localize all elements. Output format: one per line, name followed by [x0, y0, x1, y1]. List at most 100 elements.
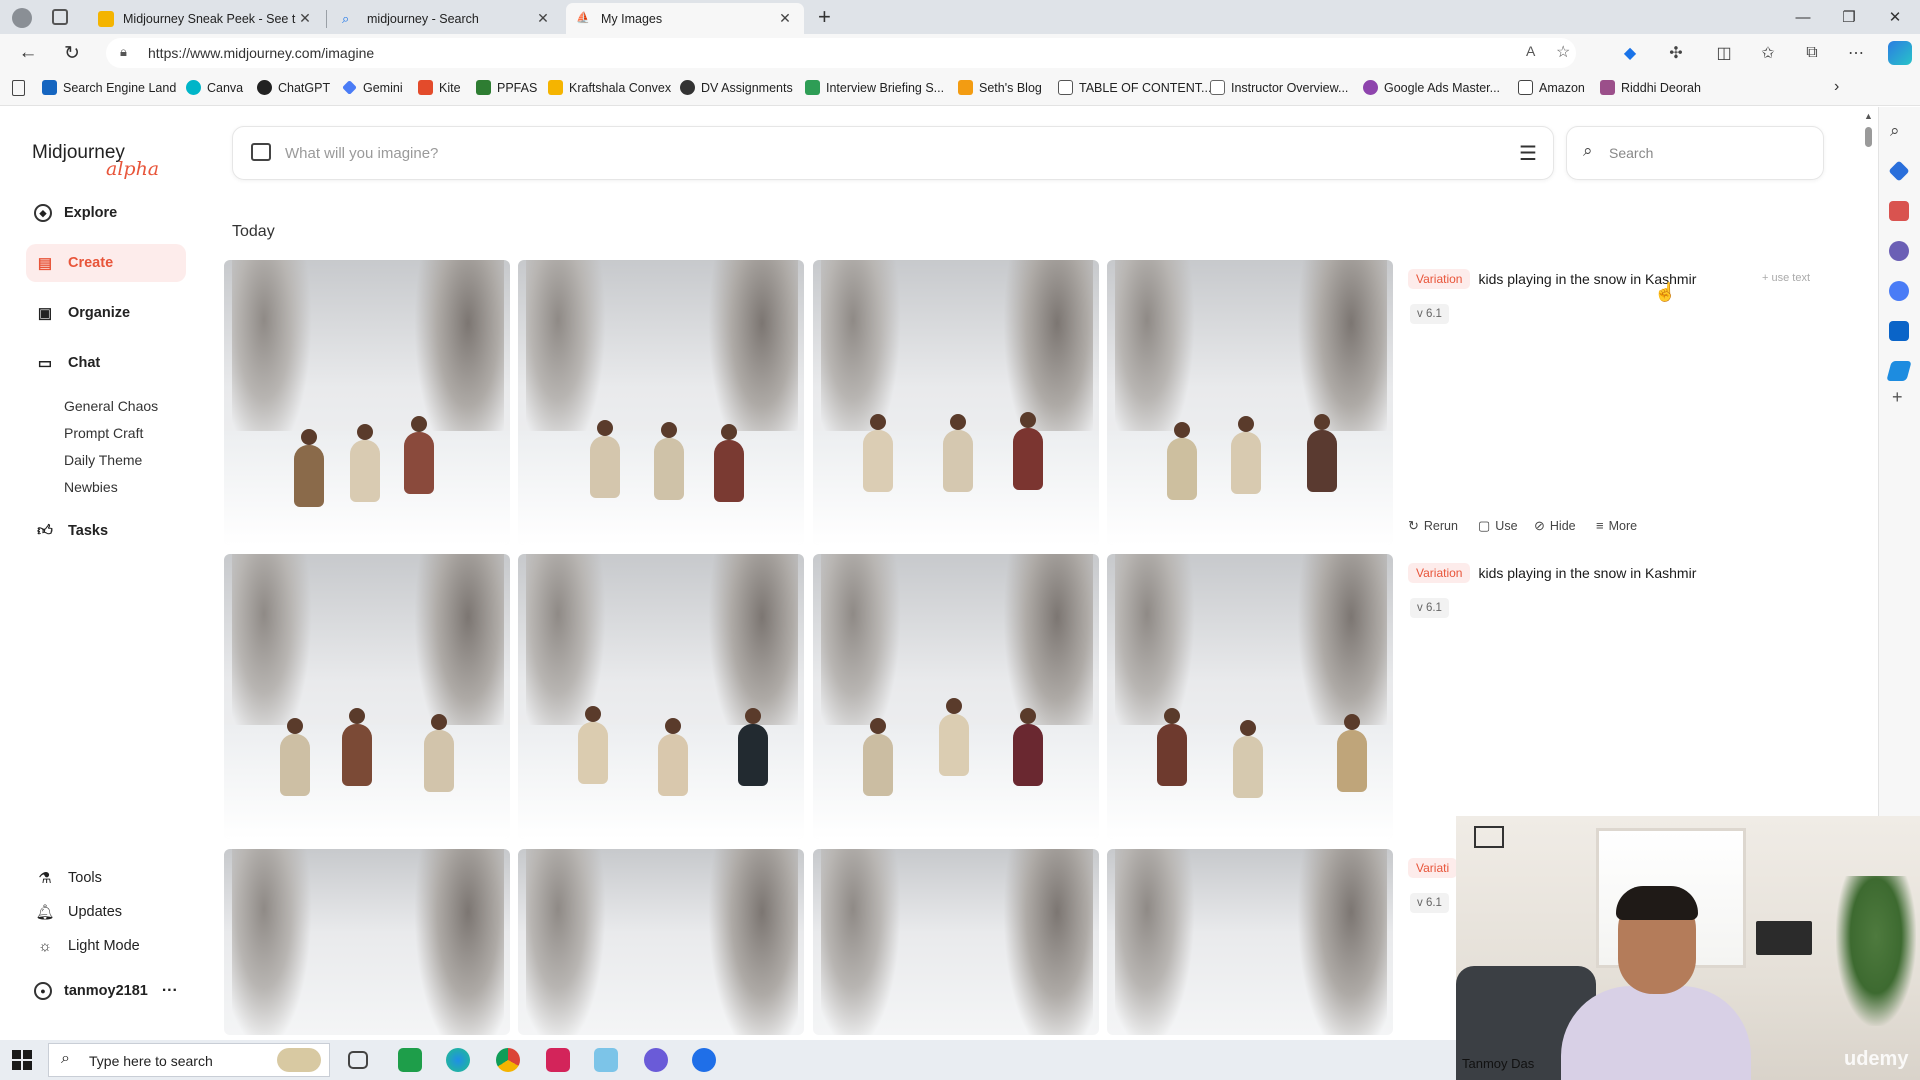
bookmark-canva[interactable]: Canva [186, 80, 243, 95]
url-field[interactable]: 🔒︎ https://www.midjourney.com/imagine A … [106, 38, 1576, 68]
chevron-right-icon[interactable]: › [1834, 78, 1839, 96]
zoom-app-icon[interactable] [692, 1048, 716, 1072]
scroll-up-icon[interactable]: ▲ [1864, 111, 1873, 121]
copilot-icon[interactable] [1888, 41, 1912, 65]
search-icon[interactable]: ⌕ [1890, 121, 1900, 141]
toolbox-icon[interactable] [1889, 201, 1909, 221]
rerun-button[interactable]: ↻ Rerun [1408, 518, 1458, 534]
tab-my-images[interactable]: ⛵ My Images ✕ [566, 3, 804, 34]
user-account[interactable]: ● tanmoy2181 ··· [26, 972, 186, 1010]
extensions-icon[interactable]: ✣ [1666, 43, 1686, 63]
prompt-text[interactable]: kids playing in the snow in Kashmir [1478, 565, 1696, 581]
chat-room-newbies[interactable]: Newbies [64, 479, 118, 495]
send-icon[interactable] [1886, 361, 1912, 381]
generated-image[interactable] [813, 849, 1099, 1035]
split-screen-icon[interactable]: ◫ [1714, 43, 1734, 63]
collections-icon[interactable]: ⧉ [1802, 43, 1822, 63]
image-upload-icon[interactable] [251, 143, 271, 161]
people-icon[interactable] [1889, 241, 1909, 261]
nav-tasks[interactable]: 👍︎ Tasks [26, 512, 186, 550]
generated-image[interactable] [1107, 849, 1393, 1035]
nav-chat[interactable]: ▭ Chat [26, 344, 186, 382]
chat-room-daily-theme[interactable]: Daily Theme [64, 452, 142, 468]
minimize-icon[interactable]: — [1780, 0, 1826, 34]
prompt-bar[interactable]: What will you imagine? ☰ [232, 126, 1554, 180]
refresh-icon[interactable]: ↻ [58, 40, 86, 66]
taskbar-search[interactable]: ⌕ Type here to search [48, 1043, 330, 1077]
generated-image[interactable] [813, 554, 1099, 839]
new-tab-button[interactable]: + [818, 4, 831, 30]
bookmark-table-of-content[interactable]: TABLE OF CONTENT... [1058, 80, 1211, 95]
recorder-app-icon[interactable] [546, 1048, 570, 1072]
bookmark-chatgpt[interactable]: ChatGPT [257, 80, 330, 95]
bookmark-seths-blog[interactable]: Seth's Blog [958, 80, 1042, 95]
bookmark-kraftshala-convex[interactable]: Kraftshala Convex [548, 80, 671, 95]
profile-icon[interactable] [12, 8, 32, 28]
generated-image[interactable] [224, 260, 510, 545]
generated-image[interactable] [518, 849, 804, 1035]
reading-list-icon[interactable] [12, 80, 25, 96]
nav-tools[interactable]: ⚗ Tools [26, 859, 186, 897]
favorite-star-icon[interactable]: ☆ [1556, 42, 1570, 62]
sheets-app-icon[interactable] [398, 1048, 422, 1072]
generated-image[interactable] [1107, 260, 1393, 545]
generated-image[interactable] [1107, 554, 1393, 839]
extension-shield-icon[interactable]: ◆ [1620, 43, 1640, 63]
more-options-icon[interactable]: ··· [162, 982, 178, 1000]
more-button[interactable]: ≡ More [1596, 518, 1637, 533]
bookmark-kite[interactable]: Kite [418, 80, 461, 95]
bookmark-interview-briefing[interactable]: Interview Briefing S... [805, 80, 944, 95]
close-tab-icon[interactable]: ✕ [296, 10, 314, 27]
chat-room-general-chaos[interactable]: General Chaos [64, 398, 158, 414]
windows-start-icon[interactable] [12, 1050, 32, 1070]
use-text-button[interactable]: + use text [1762, 272, 1810, 284]
use-button[interactable]: ▢ Use [1478, 518, 1518, 534]
read-aloud-icon[interactable]: A [1526, 43, 1535, 59]
nav-organize[interactable]: ▣ Organize [26, 294, 186, 332]
taskbar-search-input[interactable]: Type here to search [89, 1053, 213, 1069]
lock-icon[interactable]: 🔒︎ [120, 44, 127, 60]
files-app-icon[interactable] [594, 1048, 618, 1072]
edge-browser-icon[interactable] [446, 1048, 470, 1072]
back-icon[interactable]: ← [14, 40, 42, 66]
bookmark-ppfas[interactable]: PPFAS [476, 80, 537, 95]
favorites-icon[interactable]: ✩ [1758, 43, 1778, 63]
close-tab-icon[interactable]: ✕ [776, 10, 794, 27]
nav-create[interactable]: ▤ Create [26, 244, 186, 282]
hide-button[interactable]: ⊘ Hide [1534, 518, 1576, 534]
chrome-icon[interactable] [496, 1048, 520, 1072]
generated-image[interactable] [813, 260, 1099, 545]
settings-sliders-icon[interactable]: ☰ [1519, 141, 1537, 166]
tab-actions-icon[interactable] [52, 9, 68, 25]
bookmark-dv-assignments[interactable]: DV Assignments [680, 80, 793, 95]
outlook-icon[interactable] [1889, 321, 1909, 341]
restore-icon[interactable]: ❐ [1826, 0, 1872, 34]
task-view-icon[interactable] [348, 1051, 368, 1069]
bookmark-instructor-overview[interactable]: Instructor Overview... [1210, 80, 1348, 95]
shopping-tag-icon[interactable] [1888, 160, 1910, 182]
bookmark-gemini[interactable]: Gemini [342, 80, 403, 95]
prompt-input[interactable]: What will you imagine? [285, 145, 438, 162]
close-tab-icon[interactable]: ✕ [534, 10, 552, 27]
generated-image[interactable] [518, 260, 804, 545]
nav-updates[interactable]: 🔔︎ Updates [26, 893, 186, 931]
settings-more-icon[interactable]: ⋯ [1846, 43, 1866, 63]
generated-image[interactable] [224, 554, 510, 839]
nav-light-mode[interactable]: ☼ Light Mode [26, 927, 186, 965]
nav-explore[interactable]: ◆ Explore [26, 194, 186, 232]
search-input[interactable]: Search [1609, 145, 1653, 161]
close-window-icon[interactable]: ✕ [1872, 0, 1918, 34]
chat-room-prompt-craft[interactable]: Prompt Craft [64, 425, 143, 441]
search-box[interactable]: ⌕ Search [1566, 126, 1824, 180]
add-icon[interactable]: + [1892, 387, 1903, 408]
tab-midjourney-sneak-peek[interactable]: Midjourney Sneak Peek - See the ✕ [88, 3, 324, 34]
discord-app-icon[interactable] [644, 1048, 668, 1072]
generated-image[interactable] [224, 849, 510, 1035]
tab-midjourney-search[interactable]: ⌕ midjourney - Search ✕ [332, 3, 562, 34]
bookmark-riddhi-deorah[interactable]: Riddhi Deorah [1600, 80, 1701, 95]
bookmark-google-ads-master[interactable]: Google Ads Master... [1363, 80, 1500, 95]
bookmark-search-engine-land[interactable]: Search Engine Land [42, 80, 176, 95]
office-icon[interactable] [1889, 281, 1909, 301]
bookmark-amazon[interactable]: Amazon [1518, 80, 1585, 95]
scroll-thumb[interactable] [1865, 127, 1872, 147]
